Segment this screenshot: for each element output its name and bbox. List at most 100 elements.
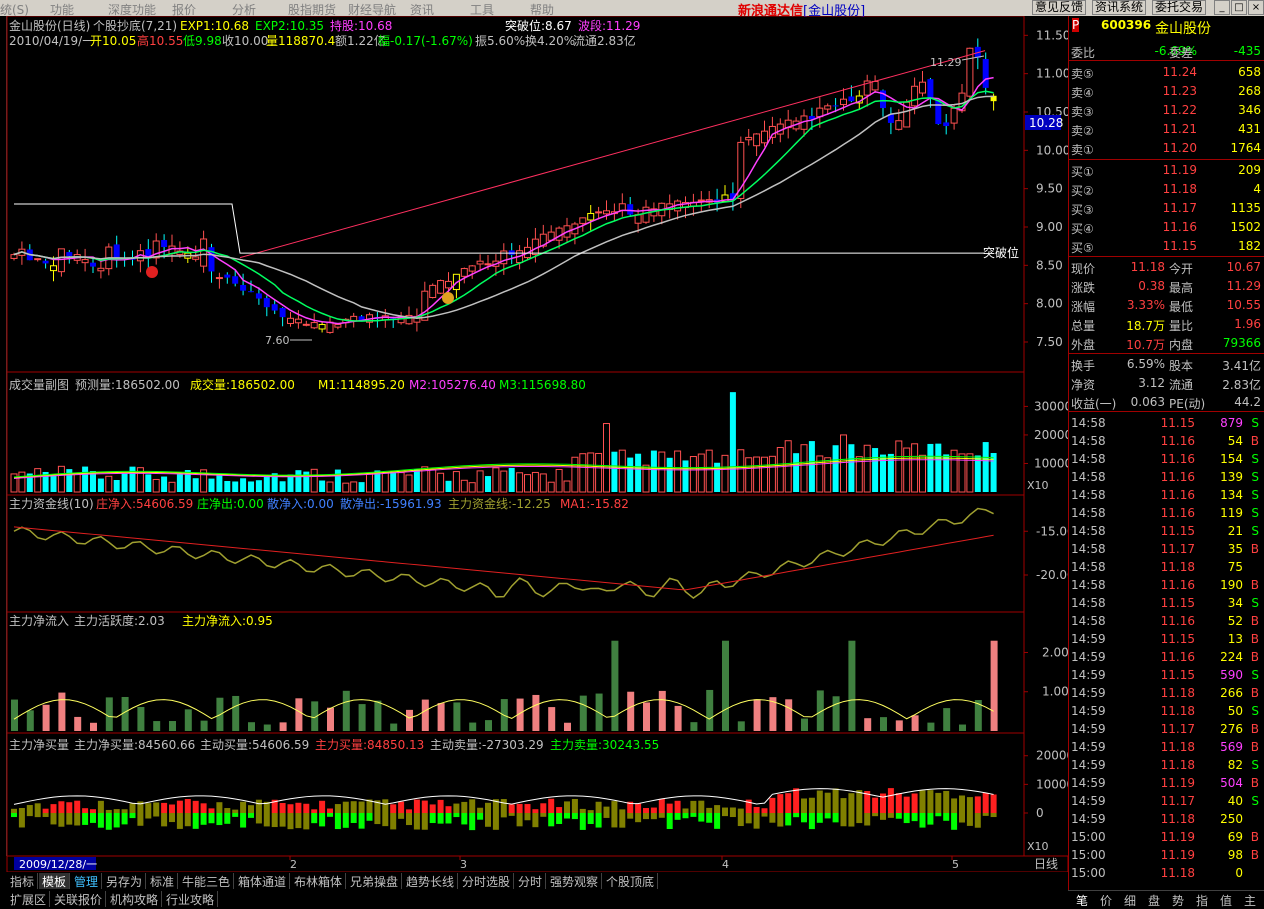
vol-ytick-label-2: 10000 — [1034, 456, 1068, 470]
candle-body — [97, 267, 105, 272]
buy-bar-pos — [485, 802, 491, 813]
quote-value-a: 3.33% — [1126, 298, 1165, 312]
flow-bar — [184, 709, 192, 731]
pane-frame-0 — [6, 16, 1025, 373]
volume-bar — [705, 449, 713, 493]
tab-3[interactable]: 另存为 — [103, 873, 147, 889]
candle-body — [310, 322, 318, 329]
kline-chart-area[interactable]: 11.5011.0010.5010.009.509.008.508.007.50… — [0, 16, 1068, 872]
buy-bar-neg — [698, 813, 705, 822]
tab-8[interactable]: 兄弟操盘 — [347, 873, 403, 889]
buy-bar-neg — [240, 813, 247, 828]
rp-tab-3[interactable]: 盘 — [1148, 892, 1160, 909]
buy-bar-neg — [611, 813, 618, 828]
tab-10[interactable]: 分时选股 — [459, 873, 515, 889]
volume-bar — [485, 476, 491, 492]
volume-bar — [516, 472, 524, 493]
tick-time: 14:58 — [1071, 434, 1106, 448]
tick-row-12: 14:59 11.15 13 B — [1069, 630, 1264, 648]
date-label: 2010/04/19/一 — [9, 34, 94, 48]
tick-row-16: 14:59 11.18 50 S — [1069, 702, 1264, 720]
tick-row-25: 15:00 11.18 0 — [1069, 864, 1264, 882]
candle-body — [950, 107, 958, 124]
candle-body — [200, 238, 208, 267]
buy-bar-pos — [564, 801, 570, 813]
rp-tab-0[interactable]: 笔 — [1076, 892, 1088, 909]
tab-13[interactable]: 个股顶底 — [603, 873, 659, 889]
ytick-label-1: 11.00 — [1036, 67, 1068, 81]
tab-1[interactable]: 模板 — [39, 873, 71, 889]
exp1-label: EXP1:10.68 — [180, 19, 249, 33]
top-button-2[interactable]: 委托交易 — [1152, 0, 1207, 15]
buy-e: 主力卖量:30243.55 — [550, 738, 659, 752]
tick-price: 11.15 — [1160, 416, 1195, 430]
buy-bar-neg — [192, 813, 199, 829]
buy-bar-pos — [161, 802, 168, 813]
rp-tab-4[interactable]: 势 — [1172, 892, 1184, 909]
close-icon[interactable]: × — [1248, 0, 1264, 15]
quote-value-b: 1.96 — [1234, 317, 1261, 331]
rp-divider-4 — [1069, 411, 1264, 412]
flow-bar — [864, 718, 872, 731]
volume-bar — [966, 453, 974, 493]
tab-2[interactable]: 管理 — [71, 873, 103, 889]
buy-bar-pos — [74, 800, 81, 813]
volume-bar — [263, 475, 270, 492]
volume-bar — [611, 451, 618, 492]
top-button-1[interactable]: 资讯系统 — [1092, 0, 1147, 15]
tab-11[interactable]: 分时 — [515, 873, 547, 889]
rp-tab-1[interactable]: 价 — [1100, 892, 1112, 909]
volume-bar — [571, 456, 579, 493]
ext-tab-1[interactable]: 关联报价 — [51, 891, 107, 907]
tick-volume: 190 — [1220, 578, 1243, 592]
maximize-icon[interactable]: □ — [1231, 0, 1247, 15]
buy-bar-neg — [658, 813, 665, 818]
circulation-value: 流通2.83亿 — [573, 33, 636, 48]
buy-bar-neg — [919, 813, 926, 828]
buy-bar-pos — [18, 807, 25, 813]
buy-bar-neg — [398, 813, 405, 819]
rp-tab-2[interactable]: 细 — [1124, 892, 1136, 909]
buy-bar-pos — [698, 800, 705, 813]
bid-volume: 1135 — [1230, 201, 1261, 215]
top-button-0[interactable]: 意见反馈 — [1032, 0, 1087, 15]
buy-bar-pos — [508, 804, 515, 813]
rp-tab-6[interactable]: 值 — [1220, 892, 1232, 909]
tick-row-2: 14:58 11.16 154 S — [1069, 450, 1264, 468]
tab-5[interactable]: 牛能三色 — [179, 873, 235, 889]
wave-label: 波段:11.29 — [578, 18, 640, 33]
fund-title: 主力资金线(10) — [9, 496, 94, 511]
tick-price: 11.18 — [1160, 812, 1195, 826]
tab-4[interactable]: 标准 — [147, 873, 179, 889]
candle-body — [34, 258, 42, 261]
tick-side: S — [1251, 668, 1259, 682]
rp-tab-7[interactable]: 主 — [1244, 892, 1256, 909]
flow-bar — [437, 703, 445, 731]
ext-tab-2[interactable]: 机构攻略 — [107, 891, 163, 907]
volume-bar — [658, 451, 666, 493]
buy-ytick-label-0: 20000 — [1036, 749, 1068, 763]
ext-tab-3[interactable]: 行业攻略 — [163, 891, 219, 907]
buy-bar-neg — [421, 813, 428, 830]
rp-tab-5[interactable]: 指 — [1196, 892, 1208, 909]
candle-body — [595, 211, 603, 214]
volume-bar — [761, 456, 768, 493]
tab-12[interactable]: 强势观察 — [547, 873, 603, 889]
flow-bar — [58, 692, 66, 731]
candle-body — [57, 248, 65, 273]
ext-tab-0[interactable]: 扩展区 — [7, 891, 51, 907]
tick-side: B — [1250, 686, 1259, 700]
tab-6[interactable]: 箱体通道 — [235, 873, 291, 889]
main-formula: 个股抄底(7,21) — [93, 18, 177, 33]
volume-bar — [563, 480, 571, 493]
tab-0[interactable]: 指标 — [7, 873, 39, 889]
tick-price: 11.18 — [1160, 758, 1195, 772]
tick-price: 11.16 — [1160, 506, 1195, 520]
buy-d: 主动卖量:-27303.29 — [430, 738, 544, 752]
tab-9[interactable]: 趋势长线 — [403, 873, 459, 889]
buy-bar-pos — [311, 809, 318, 813]
candle-body — [634, 214, 642, 224]
tab-7[interactable]: 布林箱体 — [291, 873, 347, 889]
buy-bar-pos — [595, 801, 602, 813]
minimize-icon[interactable]: _ — [1214, 0, 1230, 15]
